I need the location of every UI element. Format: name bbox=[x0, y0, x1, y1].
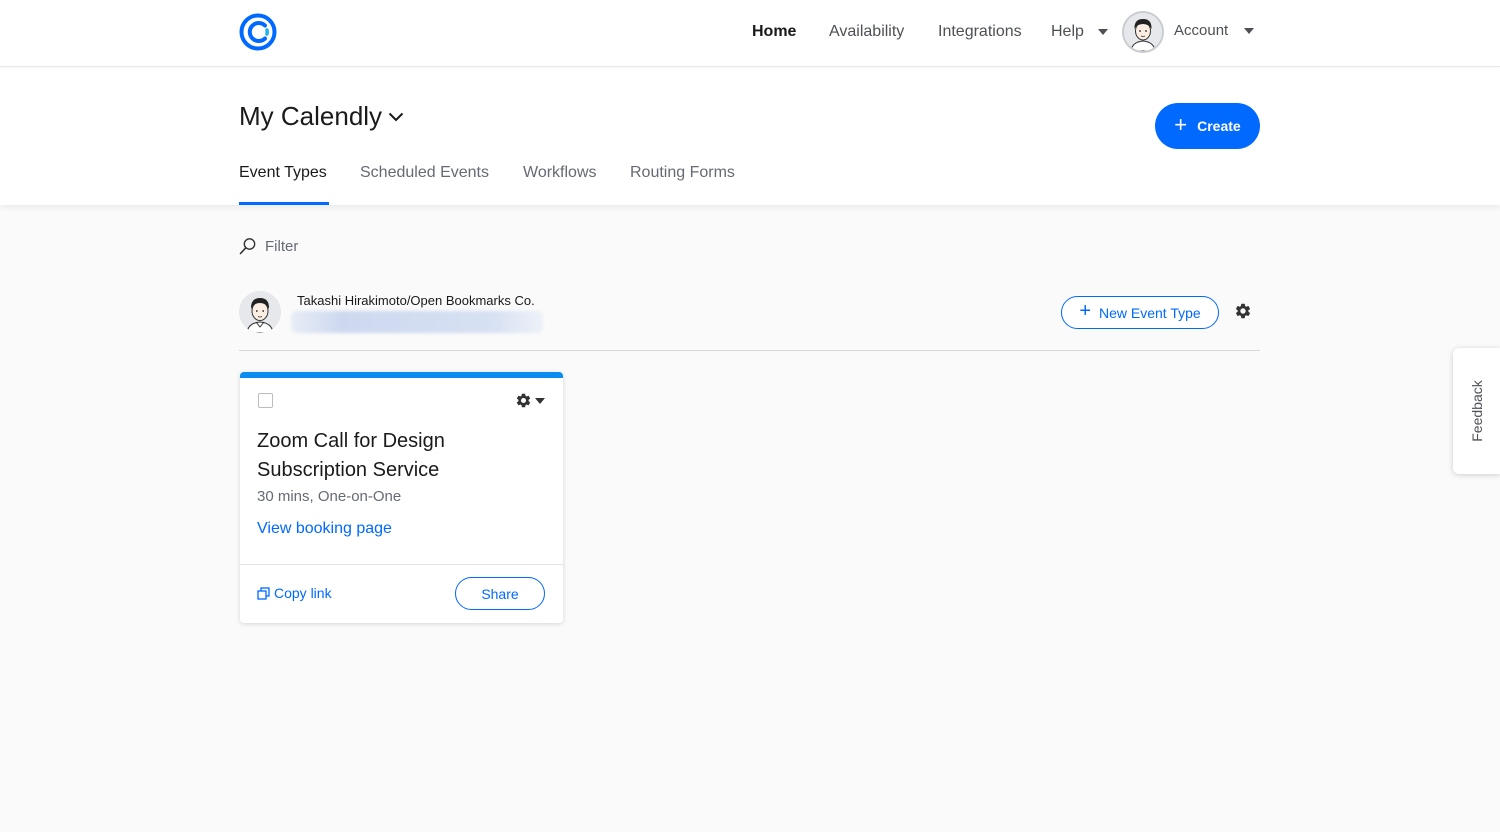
gear-icon[interactable] bbox=[1234, 302, 1252, 320]
nav-help-label: Help bbox=[1051, 23, 1084, 40]
feedback-tab[interactable]: Feedback bbox=[1453, 348, 1500, 474]
view-booking-page-link[interactable]: View booking page bbox=[257, 520, 392, 538]
card-color-bar bbox=[240, 372, 563, 378]
feedback-label: Feedback bbox=[1468, 380, 1485, 442]
user-url-redacted bbox=[291, 311, 543, 333]
active-tab-indicator bbox=[239, 202, 329, 205]
user-portrait-icon bbox=[239, 291, 281, 333]
create-button-label: Create bbox=[1197, 118, 1241, 134]
card-select-checkbox[interactable] bbox=[258, 393, 273, 408]
card-divider bbox=[240, 564, 563, 565]
new-event-type-button[interactable]: + New Event Type bbox=[1061, 296, 1219, 329]
tab-routing-forms[interactable]: Routing Forms bbox=[630, 164, 735, 182]
create-button[interactable]: + Create bbox=[1155, 103, 1260, 149]
nav-account-label: Account bbox=[1174, 22, 1229, 39]
user-name: Takashi Hirakimoto/Open Bookmarks Co. bbox=[297, 293, 535, 308]
user-avatar bbox=[239, 291, 281, 333]
account-avatar[interactable] bbox=[1122, 11, 1164, 53]
copy-icon bbox=[257, 586, 270, 600]
event-title: Zoom Call for Design Subscription Servic… bbox=[257, 430, 445, 481]
page-header: My Calendly + Create Event Types Schedul… bbox=[0, 68, 1500, 205]
section-divider bbox=[239, 350, 1260, 351]
plus-icon: + bbox=[1174, 111, 1188, 137]
tab-scheduled-events[interactable]: Scheduled Events bbox=[360, 164, 489, 182]
gear-icon bbox=[516, 393, 531, 408]
chevron-down-icon bbox=[1244, 28, 1255, 35]
nav-home[interactable]: Home bbox=[752, 23, 796, 41]
card-settings-menu[interactable] bbox=[515, 392, 545, 409]
user-portrait-icon bbox=[1124, 13, 1162, 51]
plus-icon: + bbox=[1079, 300, 1091, 322]
chevron-down-icon bbox=[1098, 28, 1109, 35]
new-event-type-label: New Event Type bbox=[1099, 304, 1201, 321]
copy-link-button[interactable]: Copy link bbox=[257, 585, 332, 601]
calendly-logo-icon[interactable] bbox=[239, 13, 277, 51]
filter-input[interactable]: Filter bbox=[239, 237, 298, 255]
chevron-down-icon bbox=[535, 397, 545, 404]
page-title-label: My Calendly bbox=[239, 101, 383, 131]
nav-help[interactable]: Help bbox=[1051, 23, 1109, 41]
search-icon bbox=[239, 238, 256, 255]
copy-link-label: Copy link bbox=[274, 585, 332, 601]
event-meta: 30 mins, One-on-One bbox=[257, 488, 402, 505]
tab-event-types[interactable]: Event Types bbox=[239, 164, 327, 182]
nav-availability[interactable]: Availability bbox=[829, 23, 904, 41]
page-title[interactable]: My Calendly bbox=[239, 101, 404, 132]
event-type-card: Zoom Call for Design Subscription Servic… bbox=[240, 372, 563, 623]
share-button[interactable]: Share bbox=[455, 577, 545, 610]
nav-integrations[interactable]: Integrations bbox=[938, 23, 1022, 41]
tab-workflows[interactable]: Workflows bbox=[523, 164, 597, 182]
nav-account[interactable]: Account bbox=[1174, 22, 1255, 39]
chevron-down-icon bbox=[388, 112, 404, 121]
filter-placeholder: Filter bbox=[265, 237, 299, 255]
top-nav: Home Availability Integrations Help Acco… bbox=[0, 0, 1500, 67]
